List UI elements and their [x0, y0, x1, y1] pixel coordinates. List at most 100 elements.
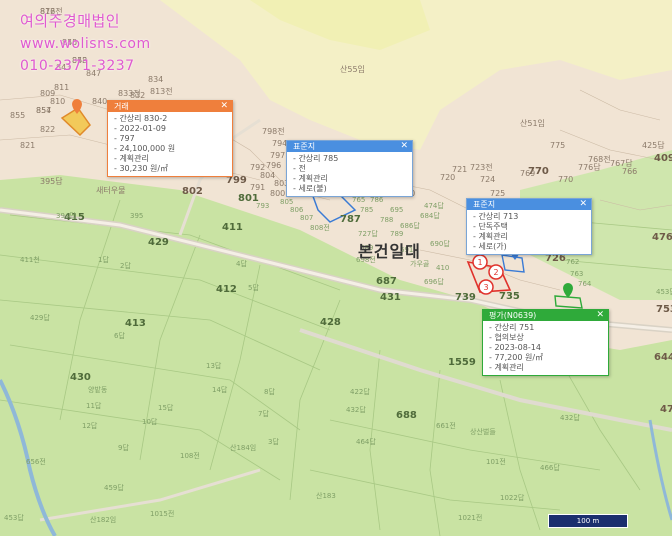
parcel-label: 854: [36, 106, 51, 115]
parcel-label: 466답: [540, 463, 560, 472]
parcel-label: 762: [566, 258, 579, 266]
close-icon[interactable]: ✕: [400, 141, 408, 152]
parcel-label: 410: [436, 264, 449, 272]
parcel-label: 394답: [56, 211, 76, 220]
parcel-label: 725: [490, 189, 505, 198]
parcel-label: 656전: [26, 457, 46, 466]
popup-title: 평가(N0639): [489, 311, 537, 320]
parcel-label: 797: [270, 151, 285, 160]
parcel-label: 695: [390, 206, 403, 214]
marker-1-label: 1: [477, 258, 482, 267]
parcel-label: 3답: [268, 437, 279, 446]
map-title: 본건일대: [358, 242, 421, 261]
parcel-label: 686답: [400, 221, 420, 230]
parcel-label: 775: [550, 141, 565, 150]
parcel-label: 786: [370, 196, 384, 204]
parcel-number: 739: [455, 292, 476, 303]
popup-item: 세로(불): [293, 184, 406, 194]
close-icon[interactable]: ✕: [596, 310, 604, 321]
parcel-label: 690답: [430, 239, 450, 248]
parcel-label: 산184임: [230, 443, 256, 452]
popup-item: 간상리 830-2: [114, 114, 226, 124]
parcel-label: 765: [352, 196, 365, 204]
close-icon[interactable]: ✕: [220, 101, 228, 112]
parcel-label: 822: [40, 125, 55, 134]
parcel-label: 464답: [356, 437, 376, 446]
parcel-number: 412: [216, 284, 237, 295]
parcel-label: 764: [578, 280, 592, 288]
parcel-label: 산55임: [340, 64, 365, 74]
popup-item: 계획관리: [114, 154, 226, 164]
popup-item: 77,200 원/㎡: [489, 353, 602, 363]
parcel-label: 727답: [358, 229, 378, 238]
parcel-label: 806: [290, 206, 304, 214]
popup-title: 거래: [114, 102, 129, 111]
watermark-website: www.wolisns.com: [20, 36, 151, 52]
parcel-label: 808전: [310, 223, 330, 232]
popup-item: 계획관리: [473, 232, 585, 242]
popup-item: 간상리 713: [473, 212, 585, 222]
parcel-label: 395: [130, 212, 143, 220]
popup-item: 30,230 원/㎡: [114, 164, 226, 174]
parcel-label: 12답: [82, 421, 98, 430]
watermark-phone: 010-2371-3237: [20, 58, 135, 74]
parcel-label: 684답: [420, 211, 440, 220]
parcel-label: 1015전: [150, 509, 174, 518]
popup-standard-713[interactable]: 표준지 ✕ 간상리 713 단독주택 계획관리 세로(가): [466, 198, 592, 255]
parcel-number: 687: [376, 276, 397, 287]
popup-appraisal[interactable]: 평가(N0639) ✕ 간상리 751 협의보상 2023-08-14 77,20…: [482, 309, 609, 376]
parcel-label: 1021전: [458, 513, 482, 522]
marker-3[interactable]: 3: [478, 279, 494, 295]
parcel-label: 785: [360, 206, 373, 214]
parcel-label: 상산벌들: [470, 427, 496, 436]
parcel-number: 474: [660, 404, 672, 415]
parcel-label: 11답: [86, 401, 102, 410]
close-icon[interactable]: ✕: [579, 199, 587, 210]
popup-item: 24,100,000 원: [114, 144, 226, 154]
parcel-label: 9답: [118, 443, 129, 452]
parcel-number: 409: [654, 153, 672, 164]
parcel-label: 789: [390, 230, 403, 238]
parcel-label: 453답: [656, 287, 672, 296]
popup-item: 단독주택: [473, 222, 585, 232]
parcel-label: 10답: [142, 417, 158, 426]
popup-item: 2022-01-09: [114, 124, 226, 134]
popup-standard-785[interactable]: 표준지 ✕ 간상리 785 전 계획관리 세로(불): [286, 140, 413, 197]
parcel-label: 459답: [104, 483, 124, 492]
parcel-label: 769: [520, 169, 535, 178]
parcel-label: 813전: [150, 86, 173, 96]
marker-2-label: 2: [493, 268, 498, 277]
parcel-label: 411천: [20, 255, 40, 264]
marker-2[interactable]: 2: [488, 264, 504, 280]
parcel-number: 429: [148, 237, 169, 248]
parcel-label: 796: [266, 161, 281, 170]
parcel-label: 840: [92, 97, 107, 106]
popup-transaction[interactable]: 거래 ✕ 간상리 830-2 2022-01-09 797 24,100,000 …: [107, 100, 233, 177]
parcel-label: 721: [452, 165, 467, 174]
popup-item: 계획관리: [489, 363, 602, 373]
popup-item: 간상리 785: [293, 154, 406, 164]
popup-item: 2023-08-14: [489, 343, 602, 353]
parcel-label: 763: [570, 270, 583, 278]
parcel-label: 724: [480, 175, 495, 184]
marker-1[interactable]: 1: [472, 254, 488, 270]
parcel-label: 5답: [248, 283, 259, 292]
parcel-label: 805: [280, 198, 293, 206]
parcel-label: 1022답: [500, 493, 525, 502]
popup-item: 간상리 751: [489, 323, 602, 333]
parcel-label: 432답: [346, 405, 366, 414]
parcel-label: 855: [10, 111, 25, 120]
parcel-label: 720: [440, 173, 455, 182]
popup-item: 전: [293, 164, 406, 174]
parcel-number: 802: [182, 186, 203, 197]
parcel-number: 753: [656, 304, 672, 315]
parcel-number: 428: [320, 317, 341, 328]
parcel-number: 430: [70, 372, 91, 383]
parcel-label: 791: [250, 183, 265, 192]
parcel-label: 832: [130, 91, 145, 100]
parcel-label: 14답: [212, 385, 228, 394]
parcel-label: 723전: [470, 162, 493, 172]
parcel-number: 644: [654, 352, 672, 363]
parcel-label: 101전: [486, 457, 506, 466]
map-canvas[interactable]: 1 2 3 8027998014114294124134304284311559…: [0, 0, 672, 536]
